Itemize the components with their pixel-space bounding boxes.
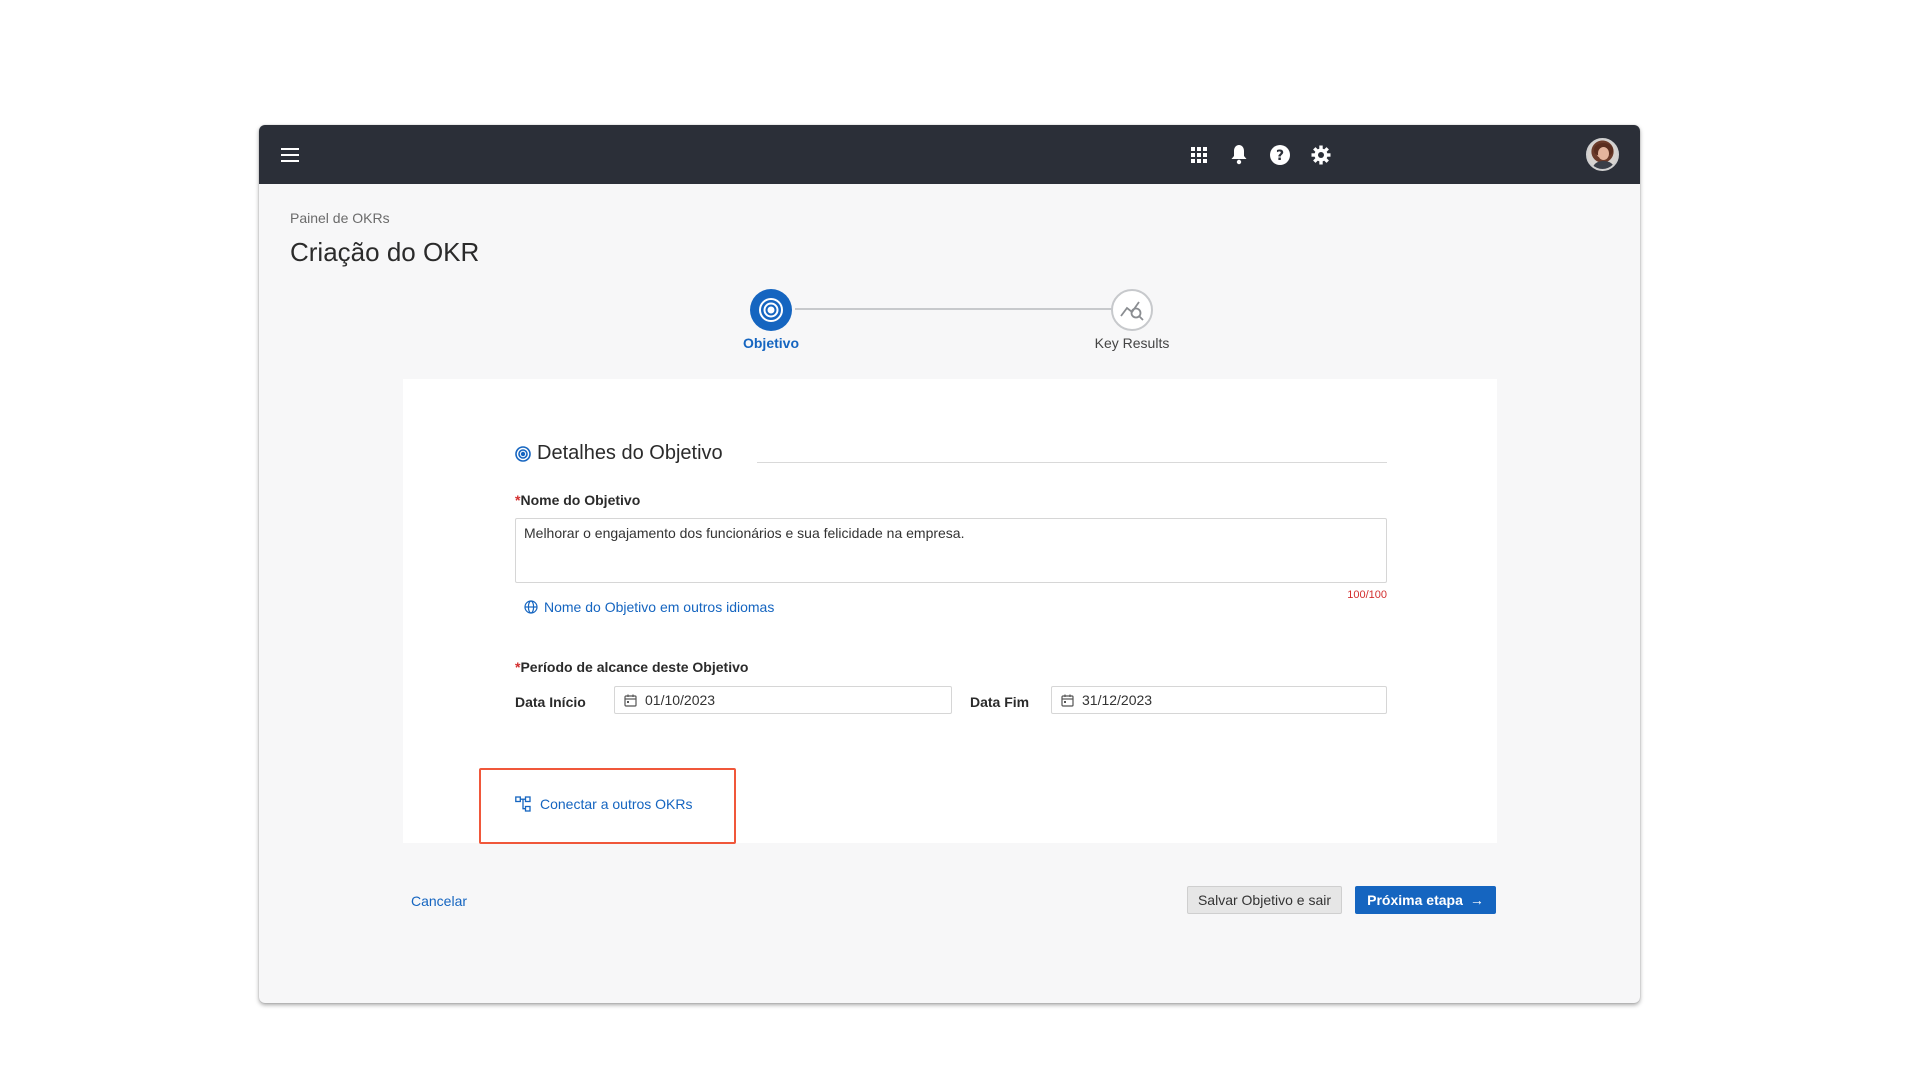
- connect-okrs-link-text: Conectar a outros OKRs: [540, 796, 693, 812]
- next-step-button[interactable]: Próxima etapa →: [1355, 886, 1496, 914]
- end-date-label: Data Fim: [970, 694, 1030, 710]
- svg-text:?: ?: [1276, 148, 1284, 164]
- start-date-value: 01/10/2023: [645, 692, 716, 708]
- top-navigation-bar: ?: [259, 125, 1640, 184]
- page-title: Criação do OKR: [290, 237, 480, 267]
- calendar-icon: [624, 694, 637, 707]
- start-date-input[interactable]: 01/10/2023: [614, 686, 952, 714]
- other-languages-link-text: Nome do Objetivo em outros idiomas: [544, 599, 775, 615]
- apps-grid-icon[interactable]: [1184, 140, 1214, 170]
- gear-icon[interactable]: [1306, 140, 1336, 170]
- character-counter: 100/100: [1347, 589, 1387, 601]
- menu-icon[interactable]: [275, 140, 305, 170]
- objective-form-card: Detalhes do Objetivo *Nome do Objetivo M…: [403, 379, 1497, 844]
- help-icon[interactable]: ?: [1265, 140, 1295, 170]
- step-objective-target-icon[interactable]: [750, 289, 792, 331]
- section-divider: [757, 462, 1387, 463]
- avatar-body: [1593, 161, 1614, 169]
- target-icon: [515, 445, 531, 462]
- stepper-connector: [795, 308, 1123, 310]
- period-label: *Período de alcance deste Objetivo: [515, 659, 748, 675]
- objective-name-textarea[interactable]: Melhorar o engajamento dos funcionários …: [515, 518, 1387, 583]
- hierarchy-icon: [515, 796, 531, 812]
- step-key-results-chart-search-icon[interactable]: [1111, 289, 1153, 331]
- end-date-value: 31/12/2023: [1082, 692, 1153, 708]
- section-header: Detalhes do Objetivo: [515, 442, 723, 465]
- cancel-link[interactable]: Cancelar: [411, 893, 467, 909]
- objective-name-label: *Nome do Objetivo: [515, 492, 640, 508]
- globe-icon: [524, 600, 538, 614]
- end-date-input[interactable]: 31/12/2023: [1051, 686, 1387, 714]
- start-date-label: Data Início: [515, 694, 586, 710]
- arrow-right-icon: →: [1469, 892, 1484, 908]
- app-window: ? Painel de OKRs Criação do OKR Objetivo…: [259, 125, 1640, 1003]
- avatar-face: [1598, 147, 1609, 160]
- bell-icon[interactable]: [1224, 140, 1254, 170]
- period-label-text: Período de alcance deste Objetivo: [520, 659, 749, 675]
- step-objective-label: Objetivo: [742, 335, 799, 351]
- save-and-exit-button[interactable]: Salvar Objetivo e sair: [1187, 886, 1342, 914]
- calendar-icon: [1061, 694, 1074, 707]
- breadcrumb[interactable]: Painel de OKRs: [290, 210, 390, 226]
- connect-okrs-link[interactable]: Conectar a outros OKRs: [515, 796, 693, 812]
- avatar[interactable]: [1586, 138, 1619, 171]
- other-languages-link[interactable]: Nome do Objetivo em outros idiomas: [524, 599, 774, 615]
- section-title: Detalhes do Objetivo: [537, 442, 723, 464]
- objective-name-label-text: Nome do Objetivo: [520, 492, 641, 508]
- next-step-button-label: Próxima etapa: [1367, 892, 1463, 908]
- step-key-results-label: Key Results: [1094, 335, 1170, 351]
